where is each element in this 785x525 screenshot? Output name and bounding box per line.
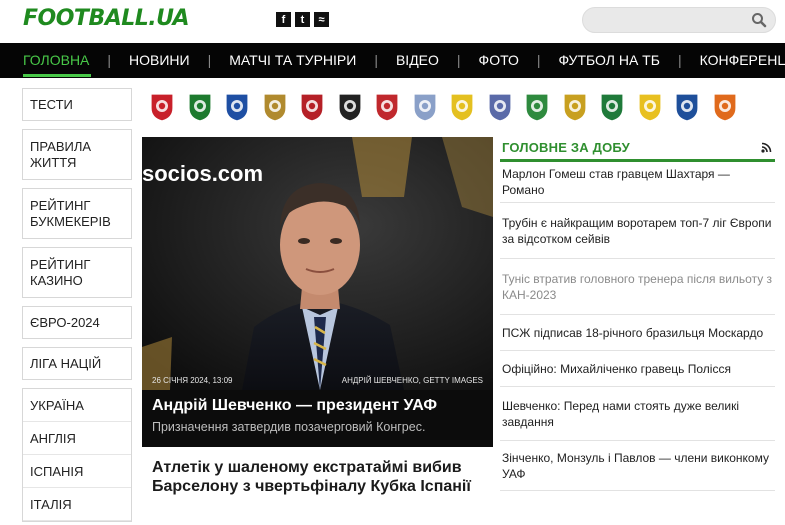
- kryvbas-logo[interactable]: [372, 91, 402, 123]
- nav-separator: |: [456, 52, 461, 68]
- rss-icon[interactable]: ≈: [314, 12, 329, 27]
- polissya-logo[interactable]: [597, 91, 627, 123]
- hero-title[interactable]: Андрій Шевченко — президент УАФ: [152, 397, 483, 415]
- nav-item-video[interactable]: ВІДЕО: [396, 43, 457, 78]
- site-header: FOOTBALL.UA f t ≈: [0, 0, 785, 42]
- main-nav: ГОЛОВНА | НОВИНИ | МАТЧІ ТА ТУРНІРИ | ВІ…: [0, 43, 785, 78]
- sidebar-item-label: ЄВРО-2024: [30, 314, 100, 330]
- secondary-headline[interactable]: Атлетік у шаленому екстратаймі вибив Бар…: [152, 458, 492, 496]
- sidebar-item-casino-rating[interactable]: РЕЙТИНГ КАЗИНО: [22, 247, 132, 298]
- dynamo-logo[interactable]: [222, 91, 252, 123]
- lnz-logo[interactable]: [410, 91, 440, 123]
- nav-active-indicator: [23, 74, 91, 77]
- top-of-day-header: ГОЛОВНЕ ЗА ДОБУ: [500, 137, 775, 162]
- sidebar-item-italy[interactable]: ІТАЛІЯ: [23, 488, 131, 521]
- nav-item-tv[interactable]: ФУТБОЛ НА ТБ: [559, 43, 678, 78]
- nav-item-main[interactable]: ГОЛОВНА: [0, 43, 107, 78]
- sidebar-item-england[interactable]: АНГЛІЯ: [23, 422, 131, 455]
- search-box: [582, 7, 776, 33]
- sidebar-item-bookmaker-rating[interactable]: РЕЙТИНГ БУКМЕКЕРІВ: [22, 188, 132, 239]
- news-item[interactable]: Офіційно: Михайліченко гравець Полісся: [500, 351, 775, 387]
- sidebar-item-spain[interactable]: ІСПАНІЯ: [23, 455, 131, 488]
- top-of-day-title: ГОЛОВНЕ ЗА ДОБУ: [502, 140, 630, 155]
- sidebar-item-ukraine[interactable]: УКРАЇНА: [23, 389, 131, 422]
- nav-separator: |: [107, 52, 112, 68]
- news-item[interactable]: Марлон Гомеш став гравцем Шахтаря — Рома…: [500, 162, 775, 203]
- hero-backdrop-text: socios.com: [142, 161, 263, 186]
- nav-item-conference[interactable]: КОНФЕРЕНЦ: [700, 43, 785, 78]
- nav-separator: |: [677, 52, 682, 68]
- hero-credit: АНДРІЙ ШЕВЧЕНКО, GETTY IMAGES: [341, 376, 483, 385]
- hero-caption: Андрій Шевченко — президент УАФ Призначе…: [142, 390, 493, 447]
- rss-icon[interactable]: [761, 142, 772, 153]
- news-item[interactable]: Зінченко, Монзуль і Павлов — члени викон…: [500, 441, 775, 491]
- sidebar-item-label: РЕЙТИНГ БУКМЕКЕРІВ: [30, 197, 111, 229]
- news-item[interactable]: ПСЖ підписав 18-річного бразильця Москар…: [500, 315, 775, 351]
- minaj-logo[interactable]: [485, 91, 515, 123]
- sidebar-item-label: ЛІГА НАЦІЙ: [30, 355, 102, 371]
- nav-separator: |: [374, 52, 378, 68]
- news-item[interactable]: Шевченко: Перед нами стоять дуже великі …: [500, 387, 775, 441]
- news-item[interactable]: Туніс втратив головного тренера після ви…: [500, 259, 775, 315]
- hero-article[interactable]: socios.com 26 СІЧНЯ 2024, 13:09 АНДРІЙ Ш…: [142, 137, 493, 447]
- vorskla-logo[interactable]: [185, 91, 215, 123]
- search-icon[interactable]: [751, 12, 767, 28]
- hero-date: 26 СІЧНЯ 2024, 13:09: [152, 376, 233, 385]
- facebook-icon[interactable]: f: [276, 12, 291, 27]
- zorya-logo[interactable]: [297, 91, 327, 123]
- metalist-logo[interactable]: [447, 91, 477, 123]
- top-of-day-panel: ГОЛОВНЕ ЗА ДОБУ Марлон Гомеш став гравце…: [500, 137, 775, 491]
- sidebar-item-euro-2024[interactable]: ЄВРО-2024: [22, 306, 132, 339]
- nav-separator: |: [207, 52, 212, 68]
- sidebar: ТЕСТИ ПРАВИЛА ЖИТТЯ РЕЙТИНГ БУКМЕКЕРІВ Р…: [22, 88, 132, 522]
- rukh-logo[interactable]: [635, 91, 665, 123]
- sidebar-item-label: ПРАВИЛА ЖИТТЯ: [30, 138, 92, 170]
- top-of-day-list: Марлон Гомеш став гравцем Шахтаря — Рома…: [500, 162, 775, 491]
- twitter-icon[interactable]: t: [295, 12, 310, 27]
- nav-separator: |: [536, 52, 541, 68]
- kolos-logo[interactable]: [335, 91, 365, 123]
- oleksandriya-logo[interactable]: [560, 91, 590, 123]
- trophy-logo[interactable]: [260, 91, 290, 123]
- sidebar-item-nations-league[interactable]: ЛІГА НАЦІЙ: [22, 347, 132, 380]
- nav-item-news[interactable]: НОВИНИ: [129, 43, 208, 78]
- sidebar-item-tests[interactable]: ТЕСТИ: [22, 88, 132, 121]
- club-logos-bar: [143, 88, 783, 124]
- sidebar-item-label: ТЕСТИ: [30, 96, 73, 112]
- obolon-logo[interactable]: [522, 91, 552, 123]
- hero-photo: socios.com: [142, 137, 493, 390]
- search-input[interactable]: [583, 8, 743, 32]
- sidebar-countries: УКРАЇНА АНГЛІЯ ІСПАНІЯ ІТАЛІЯ: [22, 388, 132, 522]
- social-links: f t ≈: [276, 12, 329, 27]
- news-item[interactable]: Трубін є найкращим воротарем топ-7 ліг Є…: [500, 203, 775, 259]
- chornomorets-logo[interactable]: [672, 91, 702, 123]
- sidebar-item-life-rules[interactable]: ПРАВИЛА ЖИТТЯ: [22, 129, 132, 180]
- sidebar-item-label: РЕЙТИНГ КАЗИНО: [30, 256, 91, 288]
- nav-item-photo[interactable]: ФОТО: [479, 43, 537, 78]
- shakhtar-logo[interactable]: [710, 91, 740, 123]
- nav-item-matches[interactable]: МАТЧІ ТА ТУРНІРИ: [229, 43, 374, 78]
- hero-subtitle: Призначення затвердив позачерговий Конгр…: [152, 420, 426, 434]
- site-logo[interactable]: FOOTBALL.UA: [23, 6, 190, 31]
- veres-logo[interactable]: [147, 91, 177, 123]
